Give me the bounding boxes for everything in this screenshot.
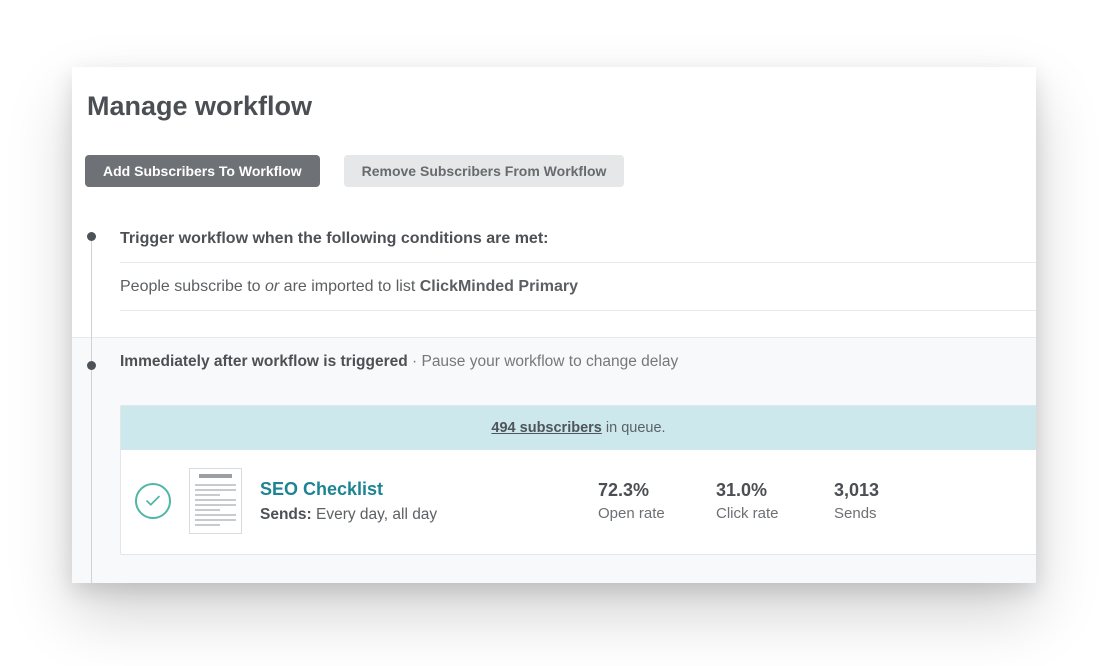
document-thumbnail — [189, 468, 242, 534]
email-card-body: SEO Checklist Sends: Every day, all day … — [121, 450, 1036, 554]
trigger-text-pre: People subscribe to — [120, 278, 265, 295]
sends-label: Sends: — [260, 506, 312, 523]
queue-suffix: in queue. — [602, 420, 666, 436]
email-title-link[interactable]: SEO Checklist — [260, 479, 580, 500]
queue-bar: 494 subscribers in queue. — [121, 406, 1036, 450]
stat-label: Open rate — [598, 505, 698, 522]
stat-label: Sends — [834, 505, 934, 522]
step-header: Immediately after workflow is triggered … — [120, 353, 1036, 371]
stat-sends: 3,013 Sends — [834, 480, 934, 522]
timeline-dot — [87, 361, 96, 370]
trigger-heading: Trigger workflow when the following cond… — [120, 223, 1036, 262]
email-main: SEO Checklist Sends: Every day, all day — [260, 479, 580, 524]
trigger-condition-row: People subscribe to or are imported to l… — [120, 262, 1036, 311]
action-buttons: Add Subscribers To Workflow Remove Subsc… — [85, 155, 624, 187]
trigger-list-name: ClickMinded Primary — [420, 278, 578, 295]
add-subscribers-button[interactable]: Add Subscribers To Workflow — [85, 155, 320, 187]
step-heading-rest: · Pause your workflow to change delay — [408, 353, 679, 370]
stat-value: 3,013 — [834, 480, 934, 501]
checkmark-icon — [135, 483, 171, 519]
step-heading-strong: Immediately after workflow is triggered — [120, 353, 408, 370]
workflow-panel: Manage workflow Add Subscribers To Workf… — [72, 67, 1036, 583]
remove-subscribers-button[interactable]: Remove Subscribers From Workflow — [344, 155, 625, 187]
stat-open-rate: 72.3% Open rate — [598, 480, 698, 522]
page-title: Manage workflow — [87, 91, 312, 122]
trigger-text-mid: are imported to list — [279, 278, 420, 295]
trigger-section: Trigger workflow when the following cond… — [120, 223, 1036, 311]
sends-value: Every day, all day — [312, 506, 438, 523]
trigger-text-or: or — [265, 278, 279, 295]
queue-subscribers-link[interactable]: 494 subscribers — [491, 420, 601, 436]
stat-value: 72.3% — [598, 480, 698, 501]
stat-label: Click rate — [716, 505, 816, 522]
stat-value: 31.0% — [716, 480, 816, 501]
timeline-line — [91, 237, 92, 583]
email-card: 494 subscribers in queue. SEO Checklist … — [120, 405, 1036, 555]
stat-click-rate: 31.0% Click rate — [716, 480, 816, 522]
timeline-dot — [87, 232, 96, 241]
